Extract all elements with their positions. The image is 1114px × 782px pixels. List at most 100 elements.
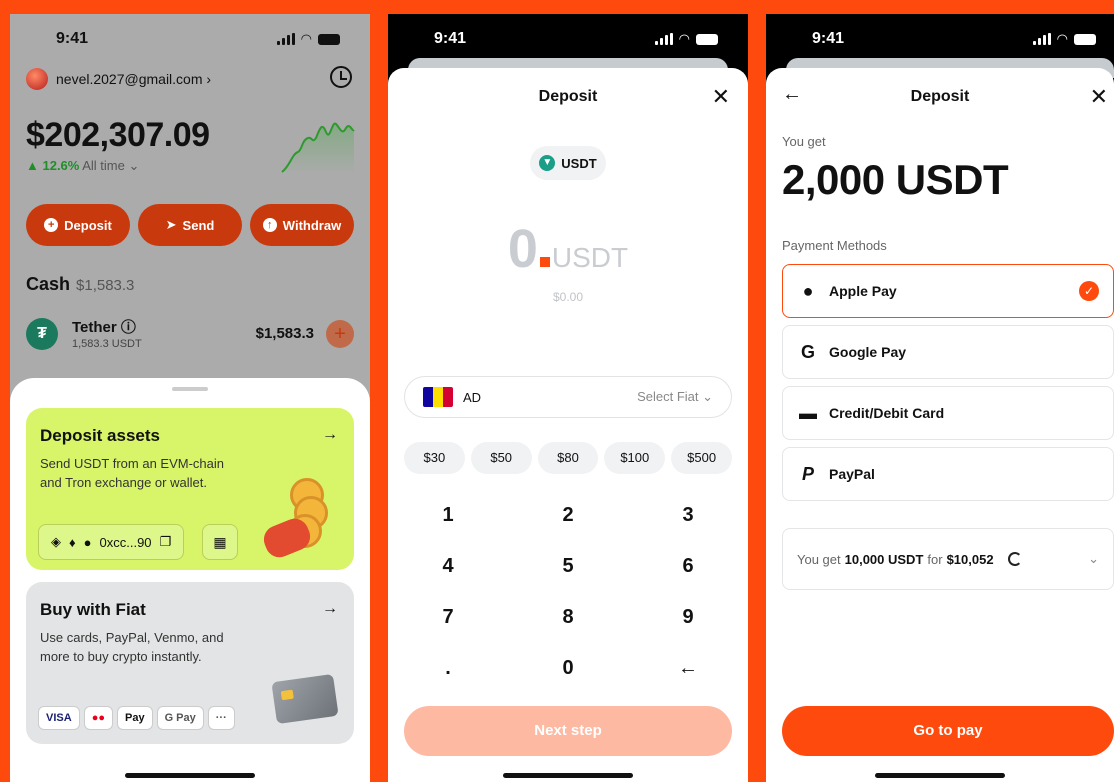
amount-value: 0 <box>507 219 538 279</box>
payment-option-apple-pay[interactable]: ● Apple Pay ✓ <box>782 264 1114 318</box>
amount-unit: USDT <box>551 242 629 273</box>
quote-prefix: You get <box>797 551 841 567</box>
battery-icon <box>696 33 718 45</box>
send-icon: ➤ <box>165 217 177 232</box>
status-time: 9:41 <box>812 30 845 47</box>
check-icon: ✓ <box>1079 281 1099 301</box>
cash-amount: $1,583.3 <box>76 277 135 294</box>
status-bar: 9:41 ◠ <box>766 14 1114 64</box>
preset-500[interactable]: $500 <box>671 442 732 474</box>
wallet-screen: 9:41 ◠ nevel.2027@gmail.com › $202,307.0… <box>10 14 370 782</box>
key-8[interactable]: 8 <box>508 592 628 643</box>
token-selector[interactable]: ▼ USDT <box>530 146 606 180</box>
deposit-address: 0xcc...90 <box>99 534 152 550</box>
usdt-icon: ▼ <box>539 155 556 171</box>
key-decimal[interactable]: . <box>388 643 508 694</box>
coins-illustration <box>259 478 340 568</box>
change-period: All time ⌄ <box>82 158 140 173</box>
apple-pay-icon: Pay <box>116 706 153 730</box>
payment-option-label: Google Pay <box>829 344 907 360</box>
payment-method-screen: 9:41 ◠ ← Deposit ✕ You get 2,000 USDT Pa… <box>766 14 1114 782</box>
close-icon[interactable]: ✕ <box>1090 84 1108 110</box>
buy-with-fiat-card[interactable]: Buy with Fiat → Use cards, PayPal, Venmo… <box>26 582 354 744</box>
tether-icon: ₮ <box>26 318 58 350</box>
preset-30[interactable]: $30 <box>404 442 465 474</box>
modal-title: Deposit <box>538 88 598 105</box>
close-icon[interactable]: ✕ <box>712 84 730 110</box>
deposit-label: Deposit <box>64 217 112 233</box>
payment-option-label: Apple Pay <box>829 283 897 299</box>
account-email: nevel.2027@gmail.com › <box>56 71 212 87</box>
quote-dropdown[interactable]: You get 10,000 USDT for $10,052 ⌄ <box>782 528 1114 590</box>
deposit-assets-card[interactable]: Deposit assets → Send USDT from an EVM-c… <box>26 408 354 570</box>
go-to-pay-button[interactable]: Go to pay <box>782 706 1114 756</box>
deposit-sheet: Deposit assets → Send USDT from an EVM-c… <box>10 378 370 782</box>
sheet-handle[interactable] <box>172 387 208 391</box>
deposit-card-title: Deposit assets <box>40 426 160 445</box>
status-icons: ◠ <box>276 31 340 47</box>
modal-title: Deposit <box>910 88 970 105</box>
account-switcher[interactable]: nevel.2027@gmail.com › <box>26 68 211 90</box>
quote-for: for <box>927 551 943 567</box>
next-step-button[interactable]: Next step <box>404 706 732 756</box>
select-fiat-label: Select Fiat ⌄ <box>637 389 713 404</box>
preset-80[interactable]: $80 <box>537 442 599 474</box>
key-2[interactable]: 2 <box>508 490 628 541</box>
apple-icon: ● <box>802 280 814 301</box>
signal-icon <box>1032 33 1051 45</box>
key-1[interactable]: 1 <box>388 490 508 541</box>
withdraw-button[interactable]: ↑ Withdraw <box>250 204 354 246</box>
key-9[interactable]: 9 <box>628 592 748 643</box>
key-0[interactable]: 0 <box>508 643 628 694</box>
avatar <box>26 68 48 90</box>
arrow-up-icon: ↑ <box>262 218 277 232</box>
sparkline-chart <box>281 122 355 174</box>
payment-option-label: Credit/Debit Card <box>829 405 945 421</box>
history-icon[interactable] <box>330 66 352 88</box>
key-7[interactable]: 7 <box>388 592 508 643</box>
key-5[interactable]: 5 <box>508 541 628 592</box>
payment-option-paypal[interactable]: P PayPal <box>782 447 1114 501</box>
apple-pay-text: Pay <box>124 712 145 724</box>
wifi-icon: ◠ <box>1056 31 1068 46</box>
preset-100[interactable]: $100 <box>604 442 666 474</box>
home-indicator <box>503 773 633 778</box>
google-icon: G <box>800 341 815 362</box>
asset-row-tether[interactable]: ₮ Tether ⓘ 1,583.3 USDT $1,583.3 + <box>26 316 354 356</box>
key-6[interactable]: 6 <box>628 541 748 592</box>
address-chip[interactable]: ◈ ♦ ● 0xcc...90 ❐ <box>38 524 185 560</box>
key-3[interactable]: 3 <box>628 490 748 541</box>
withdraw-label: Withdraw <box>282 217 342 233</box>
status-time: 9:41 <box>56 30 89 47</box>
copy-icon[interactable]: ❐ <box>160 534 172 550</box>
payment-option-label: PayPal <box>829 466 875 482</box>
balance-change[interactable]: ▲ 12.6% All time ⌄ <box>26 158 139 174</box>
backspace-key[interactable]: ← <box>628 643 748 694</box>
home-indicator <box>125 773 255 778</box>
eth-icon: ♦ <box>69 534 76 550</box>
token-label: USDT <box>561 155 597 171</box>
asset-name: Tether ⓘ <box>72 319 136 336</box>
send-button[interactable]: ➤ Send <box>138 204 242 246</box>
add-asset-button[interactable]: + <box>326 320 354 348</box>
deposit-card-desc: Send USDT from an EVM-chain and Tron exc… <box>40 456 224 490</box>
deposit-button[interactable]: + Deposit <box>26 204 130 246</box>
payment-methods-label: Payment Methods <box>782 238 887 253</box>
qr-code-button[interactable]: ▦ <box>202 524 238 560</box>
home-indicator <box>875 773 1005 778</box>
payment-modal: ← Deposit ✕ You get 2,000 USDT Payment M… <box>766 68 1114 782</box>
key-4[interactable]: 4 <box>388 541 508 592</box>
amount-usd: $0.00 <box>552 290 584 304</box>
preset-50[interactable]: $50 <box>470 442 532 474</box>
plus-icon: + <box>44 218 59 232</box>
fiat-selector[interactable]: AD Select Fiat ⌄ <box>404 376 732 418</box>
battery-icon <box>318 33 340 45</box>
deposit-modal: Deposit ✕ ▼ USDT 0 USDT $0.00 AD Select F… <box>388 68 748 782</box>
payment-option-card[interactable]: ▬ Credit/Debit Card <box>782 386 1114 440</box>
visa-icon: VISA <box>38 706 80 730</box>
status-icons: ◠ <box>1032 31 1096 47</box>
payment-option-google-pay[interactable]: G Google Pay <box>782 325 1114 379</box>
google-pay-icon: G Pay <box>156 706 204 730</box>
credit-card-illustration <box>271 673 339 725</box>
status-bar: 9:41 ◠ <box>388 14 748 64</box>
